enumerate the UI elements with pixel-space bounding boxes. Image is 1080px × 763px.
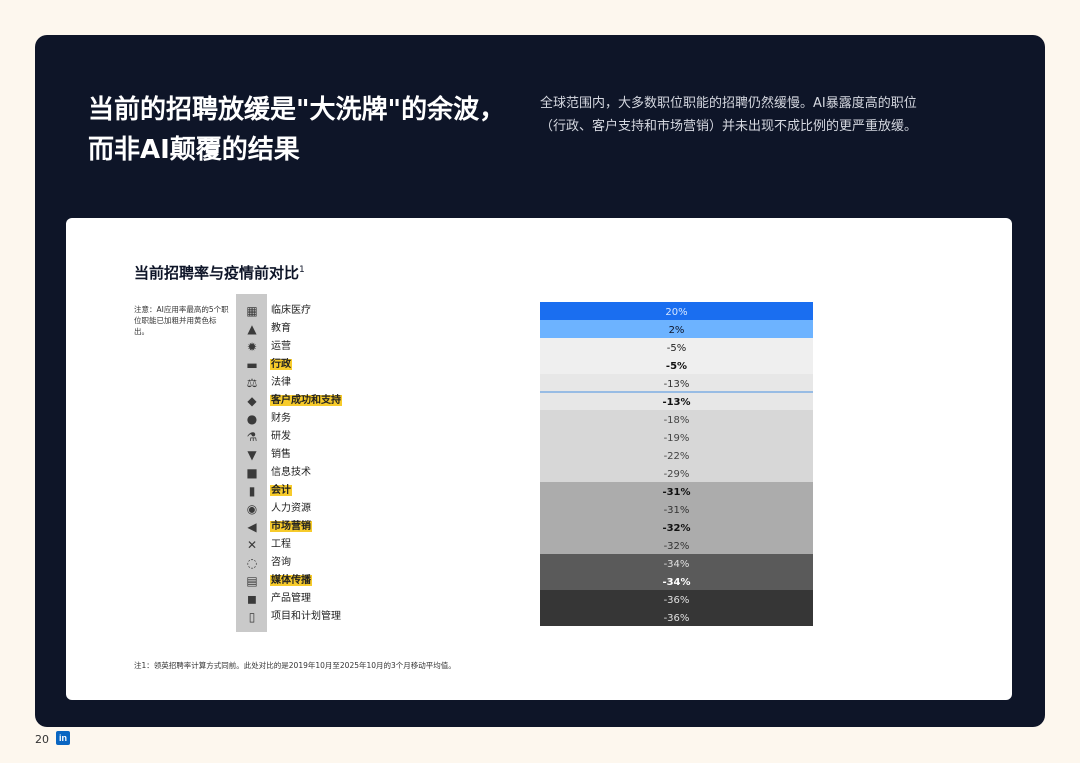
value-label: -19% [664,433,690,444]
value-label: -32% [662,523,690,534]
linkedin-logo-icon: in [56,731,70,745]
value-label: -31% [662,487,690,498]
value-label: -34% [664,559,690,570]
page-number: 20 [35,733,49,746]
value-label: 20% [665,307,687,318]
chart-svg: 20% 2% -5% -5% -13% -13% -18% -19% -22% -29% -31% -… [540,302,813,626]
value-label: -22% [664,451,690,462]
value-label: -18% [664,415,690,426]
value-label: -13% [664,379,690,390]
value-label: -31% [664,505,690,516]
value-label: -36% [664,595,690,606]
value-label: -32% [664,541,690,552]
value-label: -36% [664,613,690,624]
chart-footnote: 注1：领英招聘率计算方式同前。此处对比的是2019年10月至2025年10月的3… [134,661,456,670]
value-label: -29% [664,469,690,480]
value-label: -13% [662,397,690,408]
value-label: -5% [667,343,686,354]
value-label: -5% [666,361,687,372]
value-label: 2% [669,325,685,336]
value-label: -34% [662,577,690,588]
